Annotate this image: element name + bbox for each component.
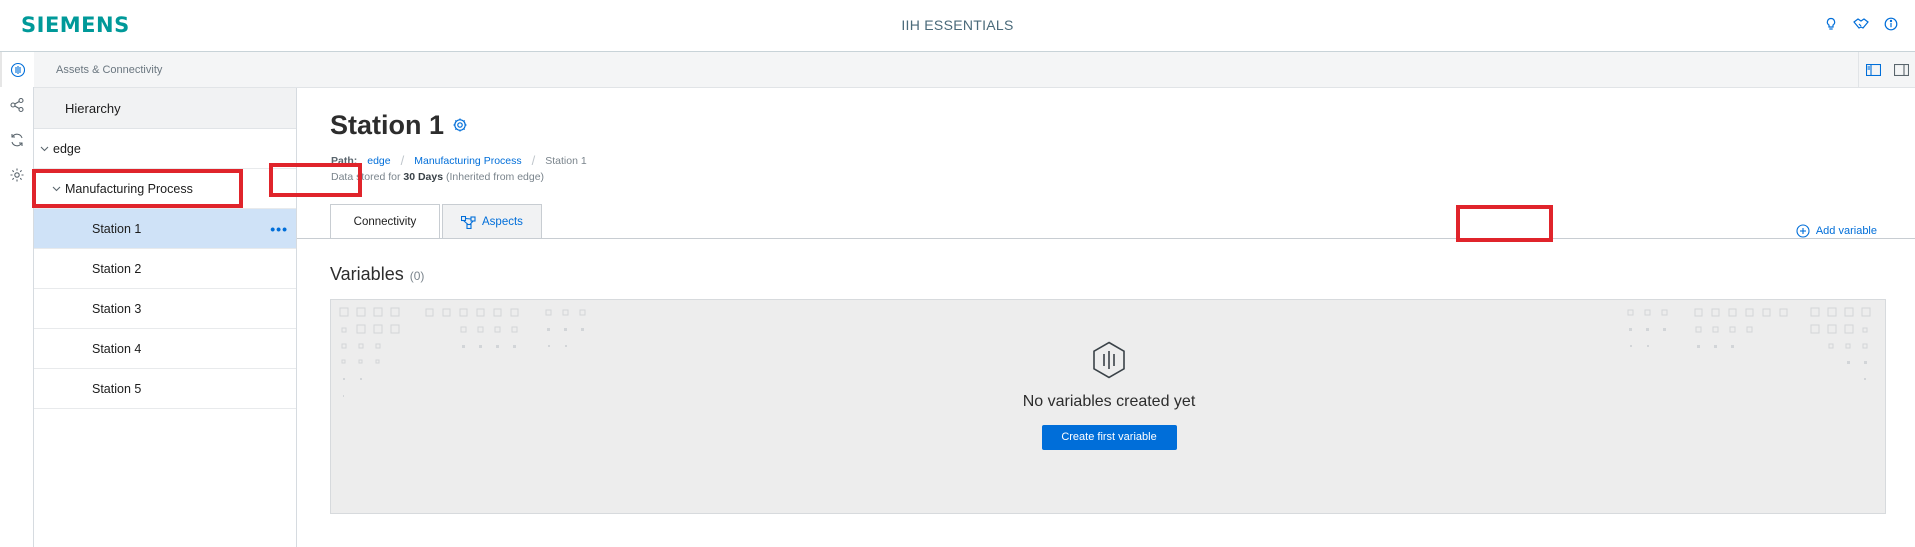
tree-item-label: edge [53, 141, 81, 156]
panel-right-icon[interactable] [1887, 52, 1915, 87]
app-root: SIEMENS IIH ESSENTIALS Assets & Connecti… [0, 0, 1915, 547]
gear-icon[interactable] [452, 117, 468, 138]
variables-header: Variables (0) [330, 264, 424, 285]
info-icon[interactable] [1881, 14, 1901, 34]
path-separator: / [400, 153, 405, 168]
rail-item-settings[interactable] [0, 157, 34, 192]
variables-title: Variables [330, 264, 404, 284]
stored-suffix: (Inherited from edge) [446, 171, 545, 183]
tabs: Connectivity Aspects [330, 204, 544, 239]
tree-item-station-4[interactable]: Station 4 [34, 329, 296, 369]
create-first-variable-button[interactable]: Create first variable [1041, 425, 1177, 450]
tree-item-edge[interactable]: edge [34, 129, 296, 169]
page-title: Station 1 [330, 110, 445, 140]
path-label: Path: [331, 154, 358, 167]
tab-divider [297, 238, 1915, 239]
top-icons [1821, 14, 1901, 34]
tab-label: Connectivity [353, 216, 417, 228]
sync-icon [11, 133, 23, 146]
stored-days: 30 Days [403, 171, 444, 183]
variables-count: (0) [409, 269, 425, 283]
app-title: IIH ESSENTIALS [901, 17, 1014, 33]
empty-state: No variables created yet Create first va… [330, 299, 1886, 514]
path-current: Station 1 [545, 154, 587, 167]
tree-item-station-5[interactable]: Station 5 [34, 369, 296, 409]
rail-item-share[interactable] [0, 87, 34, 122]
handshake-icon[interactable] [1851, 14, 1871, 34]
rail-item-sync[interactable] [0, 122, 34, 157]
tree-item-station-1[interactable]: Station 1 ••• [34, 209, 296, 249]
variable-hexagon-icon [1089, 341, 1129, 384]
tree-item-label: Station 1 [92, 221, 142, 236]
hierarchy-panel: Hierarchy edge Manufacturing Process Sta… [34, 88, 297, 547]
tree-item-manufacturing-process[interactable]: Manufacturing Process [34, 169, 296, 209]
rail-item-connectivity[interactable] [0, 52, 34, 87]
share-network-icon [10, 97, 24, 112]
tab-aspects[interactable]: Aspects [442, 204, 542, 239]
tab-connectivity[interactable]: Connectivity [330, 204, 440, 239]
path-link-manufacturing-process[interactable]: Manufacturing Process [414, 155, 521, 167]
main-content: Station 1 Path: edge / Manufacturing Pro… [297, 88, 1915, 547]
empty-message: No variables created yet [1022, 393, 1196, 410]
add-variable-label: Add variable [1815, 225, 1877, 237]
path: Path: edge / Manufacturing Process / Sta… [331, 153, 587, 168]
panel-left-icon[interactable] [1859, 52, 1887, 87]
page-title-row: Station 1 [330, 110, 468, 141]
tab-label: Aspects [482, 216, 523, 228]
data-storage-info: Data stored for 30 Days (Inherited from … [331, 171, 544, 183]
breadcrumb: Assets & Connectivity [34, 52, 1915, 88]
tree-item-station-3[interactable]: Station 3 [34, 289, 296, 329]
chevron-down-icon[interactable] [37, 146, 51, 152]
left-rail [0, 52, 34, 547]
empty-state-content: No variables created yet Create first va… [331, 340, 1887, 450]
path-separator: / [531, 153, 536, 168]
tree-item-label: Station 2 [92, 261, 142, 276]
add-circle-icon [1796, 224, 1810, 238]
breadcrumb-text: Assets & Connectivity [56, 64, 163, 76]
path-link-edge[interactable]: edge [367, 155, 390, 167]
tree-item-station-2[interactable]: Station 2 [34, 249, 296, 289]
add-variable-button[interactable]: Add variable [1786, 216, 1887, 246]
stored-prefix: Data stored for [331, 171, 401, 183]
aspects-icon [461, 215, 476, 229]
more-options-icon[interactable]: ••• [270, 221, 288, 237]
tree-item-label: Station 3 [92, 301, 142, 316]
tree-item-label: Station 4 [92, 341, 142, 356]
connectivity-icon [10, 62, 26, 77]
tree-item-label: Manufacturing Process [65, 181, 193, 196]
lightbulb-icon[interactable] [1821, 14, 1841, 34]
tree-item-label: Station 5 [92, 381, 142, 396]
settings-icon [10, 168, 24, 181]
top-bar: SIEMENS IIH ESSENTIALS [0, 0, 1915, 52]
hierarchy-title: Hierarchy [34, 88, 296, 129]
panel-toggles [1858, 52, 1915, 87]
chevron-down-icon[interactable] [49, 186, 63, 192]
